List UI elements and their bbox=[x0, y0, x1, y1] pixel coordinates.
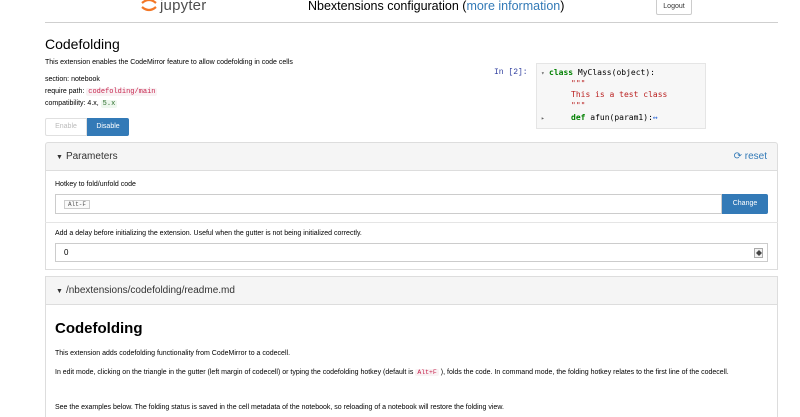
header-bar: jupyter Nbextensions configuration (more… bbox=[0, 0, 800, 22]
disable-button[interactable]: Disable bbox=[87, 118, 129, 136]
reset-link[interactable]: ⟳ reset bbox=[734, 151, 767, 162]
code-line-5: def afun(param1):↔ bbox=[571, 113, 658, 122]
enable-toggle-group: Enable Disable bbox=[45, 118, 129, 136]
fold-closed-triangle-icon[interactable]: ▸ bbox=[541, 115, 545, 122]
readme-paragraph-2-start: In edit mode, clicking on the triangle i… bbox=[55, 369, 416, 376]
readme-paragraph-2: In edit mode, clicking on the triangle i… bbox=[55, 367, 760, 378]
more-information-link[interactable]: more information bbox=[466, 0, 560, 13]
change-hotkey-button[interactable]: Change bbox=[722, 194, 768, 214]
readme-paragraph-3: See the examples below. The folding stat… bbox=[55, 404, 504, 411]
compatibility-info: compatibility: 4.x, 5.x bbox=[45, 100, 118, 108]
enable-button[interactable]: Enable bbox=[45, 118, 87, 136]
caret-down-icon: ▼ bbox=[56, 288, 63, 295]
reset-label: reset bbox=[744, 151, 767, 162]
compatibility-value: 4.x, bbox=[87, 100, 99, 107]
default-hotkey-code: Alt+F bbox=[415, 369, 439, 376]
fold-open-triangle-icon[interactable]: ▾ bbox=[541, 70, 545, 77]
code-text: MyClass(object): bbox=[573, 68, 655, 77]
code-line-1: class MyClass(object): bbox=[549, 68, 655, 77]
page-title-suffix: ) bbox=[560, 0, 565, 13]
parameters-panel-header[interactable]: ▼ Parameters ⟳ reset bbox=[45, 142, 778, 171]
header-divider bbox=[45, 22, 778, 23]
readme-path-title: ▼/nbextensions/codefolding/readme.md bbox=[56, 285, 235, 296]
readme-paragraph-1: This extension adds codefolding function… bbox=[55, 350, 291, 357]
code-keyword: class bbox=[549, 68, 574, 77]
readme-path-text: /nbextensions/codefolding/readme.md bbox=[65, 285, 235, 296]
number-spinner-icon[interactable] bbox=[754, 248, 763, 258]
code-keyword: def bbox=[571, 113, 586, 122]
code-preview-cell: ▾ class MyClass(object): """ This is a t… bbox=[536, 63, 706, 129]
page-title-prefix: Nbextensions configuration ( bbox=[308, 0, 467, 13]
parameters-title: ▼ Parameters bbox=[56, 151, 118, 162]
input-prompt: In [2]: bbox=[494, 68, 528, 77]
extension-title: Codefolding bbox=[45, 36, 120, 52]
page-title: Nbextensions configuration (more informa… bbox=[308, 0, 564, 13]
require-path-value: codefolding/main bbox=[86, 88, 158, 96]
caret-down-icon: ▼ bbox=[56, 154, 63, 161]
refresh-icon: ⟳ bbox=[733, 151, 742, 162]
readme-paragraph-2-end: ), folds the code. In command mode, the … bbox=[438, 369, 729, 376]
code-line-2: """ bbox=[571, 79, 586, 88]
extension-description: This extension enables the CodeMirror fe… bbox=[45, 59, 293, 66]
require-path-info: require path: codefolding/main bbox=[45, 88, 158, 96]
section-info: section: notebook bbox=[45, 76, 100, 83]
code-line-3: This is a test class bbox=[571, 90, 668, 99]
readme-panel-header[interactable]: ▼/nbextensions/codefolding/readme.md bbox=[45, 276, 778, 305]
jupyter-logo[interactable]: jupyter bbox=[140, 0, 206, 14]
delay-label: Add a delay before initializing the exte… bbox=[55, 230, 362, 237]
code-text: afun(param1): bbox=[585, 113, 653, 122]
parameters-title-text: Parameters bbox=[65, 151, 118, 162]
jupyter-logo-icon bbox=[140, 0, 158, 14]
folded-marker-icon[interactable]: ↔ bbox=[653, 113, 658, 122]
jupyter-logo-text: jupyter bbox=[160, 0, 207, 14]
readme-title: Codefolding bbox=[55, 320, 143, 337]
logout-button[interactable]: Logout bbox=[656, 0, 692, 15]
compatibility-label: compatibility: bbox=[45, 100, 86, 107]
hotkey-field[interactable]: Alt-F bbox=[55, 194, 722, 214]
parameter-divider bbox=[45, 222, 778, 223]
compatibility-value-badge: 5.x bbox=[100, 100, 118, 108]
delay-value: 0 bbox=[64, 248, 69, 257]
hotkey-label: Hotkey to fold/unfold code bbox=[55, 181, 136, 188]
section-label: section: bbox=[45, 76, 70, 83]
section-value: notebook bbox=[71, 76, 100, 83]
delay-number-input[interactable]: 0 bbox=[55, 243, 768, 262]
hotkey-value: Alt-F bbox=[64, 200, 91, 209]
readme-panel-body bbox=[45, 305, 778, 417]
require-label: require path: bbox=[45, 88, 85, 95]
code-line-4: """ bbox=[571, 101, 586, 110]
